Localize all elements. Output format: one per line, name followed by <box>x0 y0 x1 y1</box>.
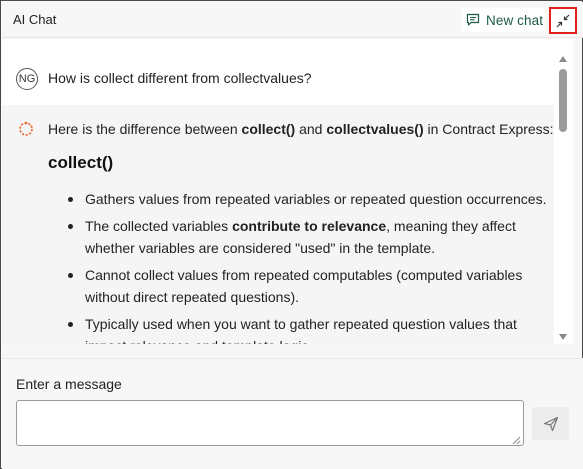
intro-term-collectvalues: collectvalues() <box>326 121 424 137</box>
intro-text: in Contract Express: <box>423 121 554 137</box>
user-message-text: How is collect different from collectval… <box>48 70 312 86</box>
chat-transcript[interactable]: NG How is collect different from collect… <box>2 39 573 344</box>
bullet-item: Gathers values from repeated variables o… <box>68 188 550 210</box>
new-chat-button[interactable]: New chat <box>461 8 545 32</box>
message-input[interactable] <box>16 400 524 446</box>
user-message: NG How is collect different from collect… <box>2 61 557 95</box>
panel-title: AI Chat <box>13 12 57 27</box>
scroll-up-arrow[interactable] <box>559 56 567 62</box>
assistant-message: Here is the difference between collect()… <box>2 105 557 344</box>
chat-header: AI Chat New chat <box>2 2 583 38</box>
ai-spinner-icon <box>19 121 33 136</box>
new-chat-label: New chat <box>486 12 544 28</box>
assistant-intro: Here is the difference between collect()… <box>48 121 554 137</box>
resize-grip-icon[interactable] <box>512 436 521 445</box>
intro-text: and <box>295 121 327 137</box>
message-input-label: Enter a message <box>16 376 122 392</box>
collapse-button[interactable] <box>549 7 577 34</box>
collapse-arrows-icon <box>556 14 570 27</box>
message-composer: Enter a message <box>2 358 583 469</box>
send-icon <box>543 416 558 431</box>
section-heading: collect() <box>48 153 114 172</box>
bullet-item: The collected variables contribute to re… <box>68 215 550 259</box>
bullet-text: The collected variables <box>85 218 233 234</box>
scroll-thumb[interactable] <box>559 69 567 132</box>
bullet-list: Gathers values from repeated variables o… <box>68 188 550 344</box>
user-avatar: NG <box>16 68 38 90</box>
scroll-down-arrow[interactable] <box>559 334 567 340</box>
intro-text: Here is the difference between <box>48 121 242 137</box>
chat-bubble-icon <box>466 13 480 26</box>
ai-chat-panel: AI Chat New chat NG How is collect diffe… <box>0 0 583 469</box>
chat-scrollbar[interactable] <box>554 51 572 344</box>
bullet-item: Typically used when you want to gather r… <box>68 313 550 344</box>
send-button[interactable] <box>532 407 569 440</box>
bullet-bold-text: contribute to relevance <box>232 218 387 234</box>
bullet-item: Cannot collect values from repeated comp… <box>68 264 550 308</box>
intro-term-collect: collect() <box>241 121 296 137</box>
